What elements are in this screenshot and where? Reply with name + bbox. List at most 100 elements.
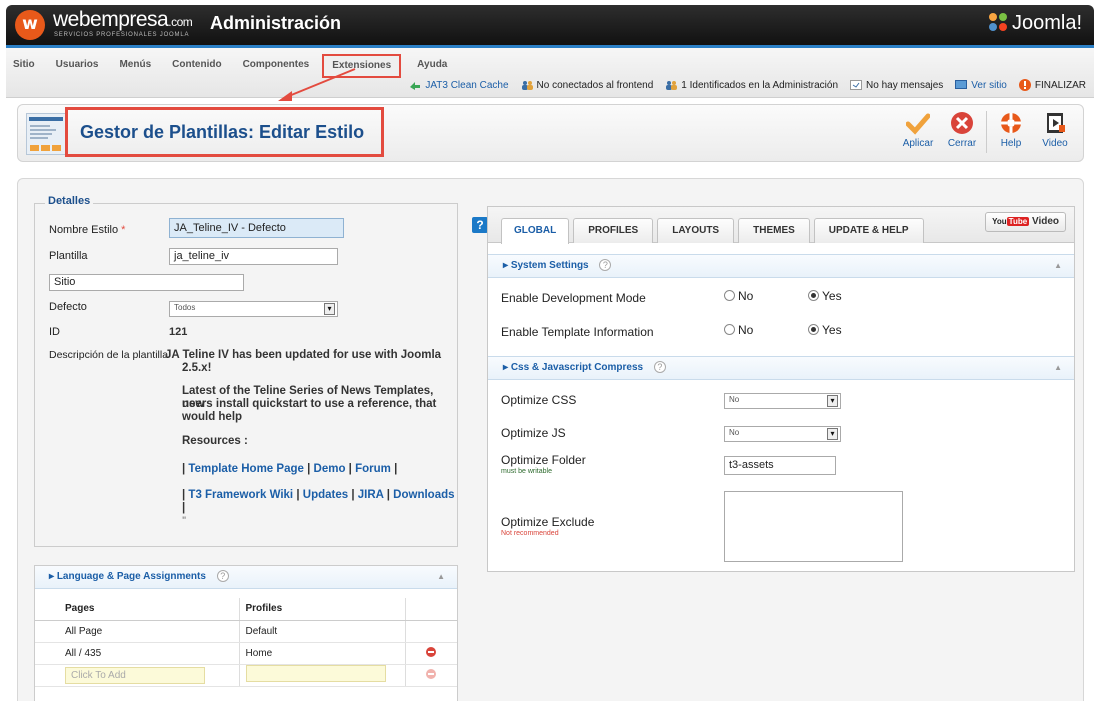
language-page-assignments: ▸ Language & Page Assignments ? ▲ Pages … [34,565,458,701]
add-profile-input[interactable] [245,665,386,682]
radio-icon [724,324,735,335]
optimize-css-label: Optimize CSS [501,393,577,407]
resource-links-row-1: | Template Home Page | Demo | Forum | [182,463,398,475]
webempresa-logo-icon[interactable]: w [15,10,45,40]
template-info-yes[interactable]: Yes [808,323,842,337]
admin-title: Administración [210,13,342,33]
status-admin: 1 Identificados en la Administración [665,79,838,91]
table-row: All / 435 Home [35,642,457,665]
optimize-exclude-textarea[interactable] [724,491,903,562]
collapse-icon[interactable]: ▲ [1054,357,1062,379]
remove-icon[interactable] [426,646,437,657]
description-label: Descripción de la plantilla [49,349,169,361]
assignments-table: Pages Profiles All Page Default All / 43… [35,598,457,687]
template-icon [26,113,66,155]
dev-mode-yes[interactable]: Yes [808,289,842,303]
menu-item-usuarios[interactable]: Usuarios [44,57,108,73]
dev-mode-label: Enable Development Mode [501,291,646,305]
style-name-input[interactable]: JA_Teline_IV - Defecto [169,218,344,238]
tab-global[interactable]: GLOBAL [501,218,570,244]
status-messages: No hay mensajes [850,79,943,91]
status-view-site[interactable]: Ver sitio [955,79,1007,91]
monitor-icon [955,80,968,89]
table-row: All Page Default [35,620,457,643]
admin-header: w webempresa.com SERVICIOS PROFESIONALES… [6,5,1094,45]
admin-users-icon [666,81,678,90]
close-button[interactable]: Cerrar [940,111,984,153]
template-info-no[interactable]: No [724,323,753,337]
apply-button[interactable]: Aplicar [896,111,940,153]
menu-bar: Sitio Usuarios Menús Contenido Component… [6,48,1094,98]
description-line-1: JA Teline IV has been updated for use wi… [165,349,442,361]
dev-mode-no[interactable]: No [724,289,753,303]
link-template-home[interactable]: Template Home Page [188,463,303,475]
help-button[interactable]: Help [989,111,1033,153]
row-page: All / 435 [35,642,239,665]
optimize-css-select[interactable]: No ▾ [724,393,841,409]
collapse-icon[interactable]: ▲ [437,566,445,588]
menu-item-contenido[interactable]: Contenido [160,57,230,73]
triangle-right-icon: ▸ [503,260,509,271]
tab-layouts[interactable]: LAYOUTS [657,218,735,243]
radio-icon [724,290,735,301]
users-icon [521,81,533,90]
triangle-right-icon: ▸ [49,571,55,582]
status-bar: JAT3 Clean Cache No conectados al fronte… [397,79,1086,91]
row-page: All Page [35,620,239,643]
link-updates[interactable]: Updates [303,489,348,501]
default-label: Defecto [49,301,87,313]
style-name-label: Nombre Estilo * [49,224,126,236]
logout-icon [1018,79,1031,91]
youtube-icon: You Tube [992,217,1030,226]
youtube-video-button[interactable]: You Tube Video [985,212,1066,232]
chevron-down-icon: ▾ [324,303,335,315]
link-jira[interactable]: JIRA [358,489,384,501]
default-select[interactable]: Todos ▾ [169,301,338,317]
video-button[interactable]: Video [1033,111,1077,153]
checkmark-icon [906,113,930,135]
link-forum[interactable]: Forum [355,463,391,475]
optimize-folder-input[interactable]: t3-assets [724,456,836,475]
language-accordion-header[interactable]: ▸ Language & Page Assignments ? ▲ [35,566,457,589]
link-demo[interactable]: Demo [314,463,346,475]
add-page-input[interactable]: Click To Add [65,666,205,684]
details-legend: Detalles [45,195,94,207]
css-js-compress-header[interactable]: ▸ Css & Javascript Compress ? ▲ [488,356,1074,380]
table-header-row: Pages Profiles [35,598,457,621]
help-icon[interactable]: ? [653,361,666,373]
toolbar-divider [986,111,987,153]
help-icon[interactable]: ? [599,259,612,271]
template-label: Plantilla [49,250,88,262]
tab-update-help[interactable]: UPDATE & HELP [813,218,924,243]
help-question-icon[interactable]: ? [472,217,488,233]
collapse-icon[interactable]: ▲ [1054,255,1062,277]
content-panel: Detalles Nombre Estilo * JA_Teline_IV - … [17,178,1084,701]
brand-name: webempresa.com [53,8,193,31]
status-logout[interactable]: FINALIZAR [1018,79,1086,91]
status-cache[interactable]: JAT3 Clean Cache [409,79,509,91]
film-icon [1047,113,1065,133]
template-info-label: Enable Template Information [501,325,654,339]
menu-item-sitio[interactable]: Sitio [6,57,44,73]
tab-profiles[interactable]: PROFILES [573,218,654,243]
link-t3-wiki[interactable]: T3 Framework Wiki [188,489,293,501]
radio-checked-icon [808,324,819,335]
tab-themes[interactable]: THEMES [738,218,810,243]
menu-item-ayuda[interactable]: Ayuda [405,57,456,73]
link-downloads[interactable]: Downloads [393,489,454,501]
resources-heading: Resources : [182,435,248,447]
chevron-down-icon: ▾ [827,395,838,407]
resource-links-row-2: | T3 Framework Wiki | Updates | JIRA | D… [182,489,455,514]
triangle-right-icon: ▸ [503,362,509,373]
optimize-js-select[interactable]: No ▾ [724,426,841,442]
system-settings-header[interactable]: ▸ System Settings ? ▲ [488,254,1074,278]
optimize-js-label: Optimize JS [501,426,566,440]
optimize-folder-label: Optimize Folder must be writable [501,453,586,475]
remove-icon[interactable] [426,668,437,679]
menu-item-menus[interactable]: Menús [107,57,160,73]
optimize-folder-note: must be writable [501,468,552,475]
t3-settings-panel: GLOBAL PROFILES LAYOUTS THEMES UPDATE & … [487,206,1075,572]
help-icon[interactable]: ? [216,570,229,582]
description-p2-line-3: would help [182,411,243,423]
tabs: GLOBAL PROFILES LAYOUTS THEMES UPDATE & … [501,218,928,244]
